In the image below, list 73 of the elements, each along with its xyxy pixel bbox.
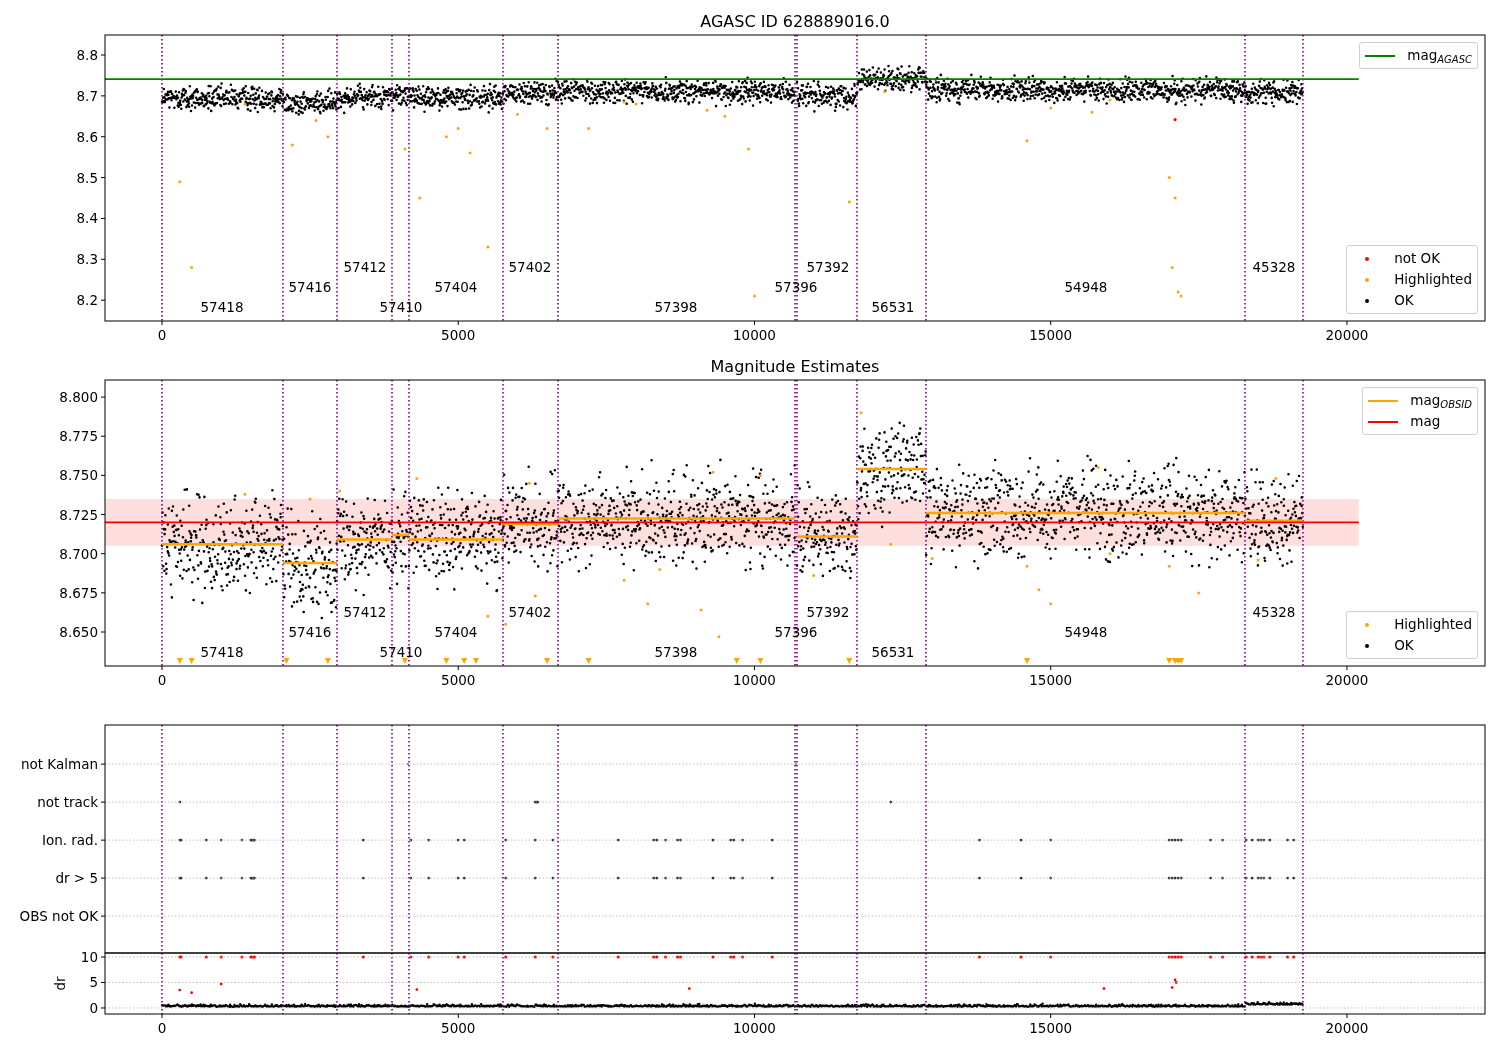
tick-label: 15000 [1029, 672, 1073, 688]
tick-label: 8.800 [59, 389, 98, 406]
tick-label: 8.725 [59, 506, 98, 523]
obsid-label: 54948 [1064, 279, 1108, 296]
obsid-label: 57404 [434, 624, 478, 640]
tick-label: 8.3 [76, 251, 98, 268]
obsid-label: 57396 [774, 624, 818, 640]
tick-label: 10000 [733, 327, 776, 343]
y-axis [100, 956, 106, 1009]
tick-label: 0 [157, 672, 167, 688]
tick-label: 15000 [1029, 1020, 1073, 1036]
obsid-label: 56531 [871, 644, 915, 661]
obsid-label: 56531 [871, 299, 915, 316]
tick-label: 8.650 [59, 624, 98, 640]
legend-label: mag$_{AGASC}$ [1407, 46, 1472, 66]
tick-label: 8.750 [59, 467, 98, 484]
tick-label: 5000 [441, 1020, 476, 1036]
tick-label: 10000 [733, 672, 776, 688]
obsid-label: 57402 [508, 259, 552, 276]
legend-label: not OK [1394, 249, 1441, 269]
obsid-label: 57412 [343, 259, 387, 276]
tick-label: OBS not OK [19, 908, 98, 925]
tick-label: not Kalman [20, 756, 98, 773]
tick-label: 0 [157, 1020, 167, 1036]
obsid-label: 57392 [806, 259, 850, 276]
tick-label: dr > 5 [55, 870, 98, 887]
tick-label: 0 [89, 1000, 98, 1016]
legend-label: mag [1410, 412, 1441, 432]
tick-label: 8.4 [76, 210, 98, 227]
tick-label: 20000 [1325, 672, 1369, 688]
tick-label: 10000 [733, 1020, 776, 1036]
obsid-label: 57410 [379, 299, 423, 316]
obsid-label: 57416 [288, 279, 332, 296]
tick-label: 8.7 [76, 87, 98, 104]
obsid-label: 57396 [774, 279, 818, 296]
legend-label: OK [1394, 291, 1414, 311]
obsid-label: 45328 [1252, 259, 1296, 276]
tick-label: 15000 [1029, 327, 1073, 343]
tick-label: 8.5 [76, 169, 98, 186]
obsid-label: 45328 [1252, 603, 1296, 620]
legend-label: Highlighted [1394, 270, 1472, 290]
legend-label: OK [1394, 636, 1414, 656]
obsid-label: 57402 [508, 603, 552, 620]
tick-label: 8.2 [76, 292, 98, 309]
legend-label: Highlighted [1394, 615, 1472, 635]
obsid-label: 57392 [806, 603, 850, 620]
tick-label: 20000 [1325, 327, 1369, 343]
tick-label: 5 [89, 974, 98, 991]
tick-label: 10 [80, 949, 98, 965]
tick-label: 5000 [441, 327, 476, 343]
obsid-label: 57418 [200, 644, 244, 661]
tick-label: 0 [157, 327, 167, 343]
obsid-label: 57416 [288, 624, 332, 640]
tick-label: 8.675 [59, 584, 98, 601]
obsid-label: 57412 [343, 603, 387, 620]
obsid-label: 57398 [654, 644, 698, 661]
obsid-label: 57410 [379, 644, 423, 661]
obsid-label: 57418 [200, 299, 244, 316]
chart-title: AGASC ID 628889016.0 [700, 12, 890, 31]
obsid-label: 57398 [654, 299, 698, 316]
tick-label: 8.8 [76, 47, 98, 63]
tick-label: 20000 [1325, 1020, 1369, 1036]
tick-label: not track [37, 794, 98, 811]
axis-label: dr [52, 976, 68, 991]
tick-label: 8.700 [59, 545, 98, 562]
tick-label: 8.775 [59, 428, 98, 445]
obsid-label: 57404 [434, 279, 478, 296]
legend-label: mag$_{OBSID}$ [1410, 391, 1472, 411]
tick-label: 8.6 [76, 128, 98, 145]
tick-label: Ion. rad. [41, 832, 98, 849]
tick-label: 5000 [441, 672, 476, 688]
obsid-label: 54948 [1064, 624, 1108, 640]
chart-title: Magnitude Estimates [710, 357, 880, 376]
